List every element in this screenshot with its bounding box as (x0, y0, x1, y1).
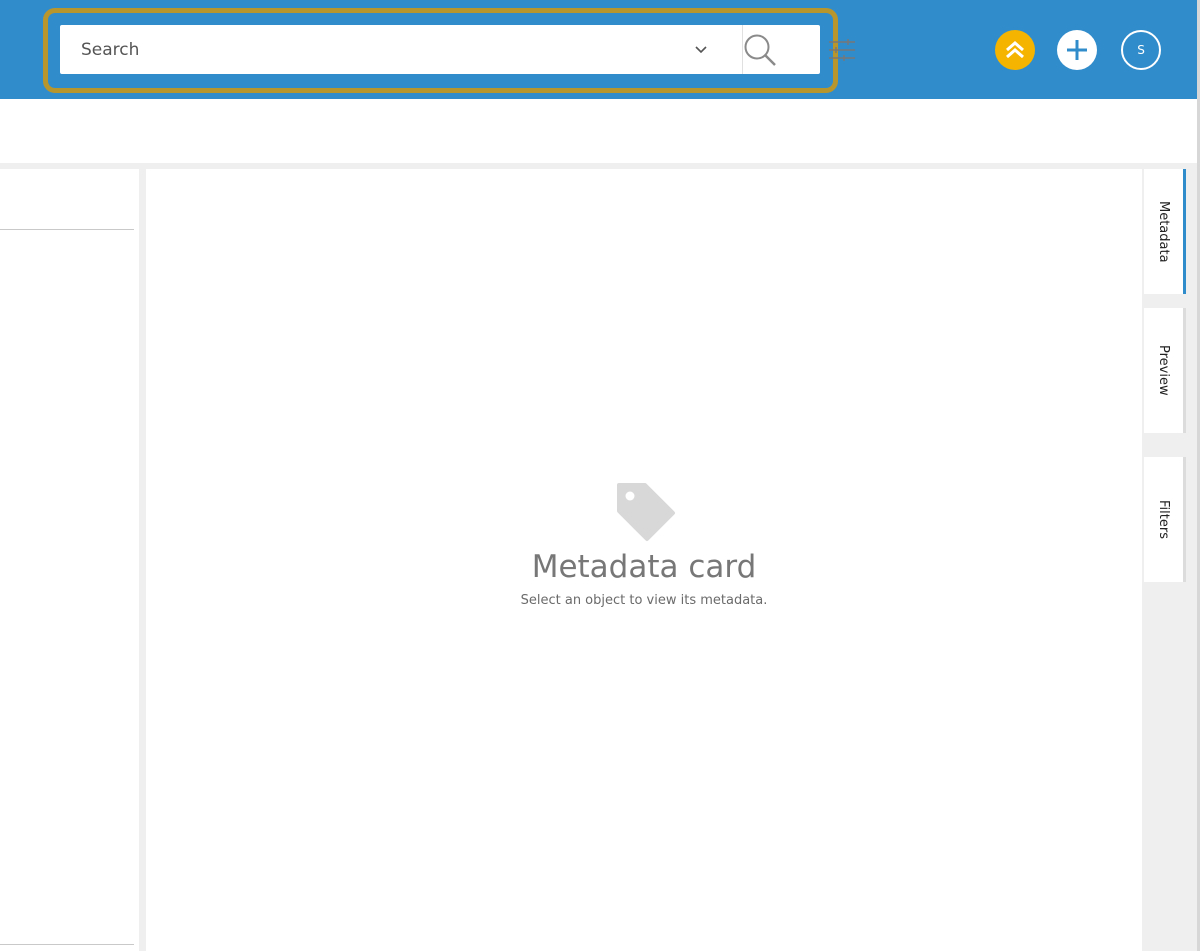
metadata-card-panel: Metadata card Select an object to view i… (146, 169, 1142, 951)
tab-preview-label: Preview (1156, 345, 1171, 396)
top-bar: S (0, 0, 1200, 99)
search-dropdown-button[interactable] (688, 37, 714, 63)
chevron-down-icon (695, 46, 707, 54)
left-panel (0, 169, 139, 951)
tag-icon (617, 483, 675, 541)
search-icon (744, 34, 776, 66)
sub-toolbar (0, 99, 1200, 163)
metadata-card-subtitle: Select an object to view its metadata. (520, 593, 768, 608)
user-avatar-button[interactable]: S (1121, 30, 1161, 70)
search-button[interactable] (736, 31, 784, 69)
search-input[interactable] (60, 25, 620, 74)
search-box (60, 25, 855, 74)
tab-metadata[interactable]: Metadata (1144, 169, 1186, 294)
tab-metadata-label: Metadata (1156, 200, 1171, 263)
user-initial: S (1137, 43, 1145, 57)
metadata-card-title: Metadata card (531, 549, 757, 585)
collapse-up-button[interactable] (995, 30, 1035, 70)
tab-filters-label: Filters (1156, 500, 1171, 539)
left-panel-divider (0, 229, 134, 230)
search-divider (742, 25, 743, 74)
left-panel-divider-bottom (0, 944, 134, 945)
search-options-button[interactable] (820, 35, 864, 65)
right-tab-rail: Metadata Preview Filters (1142, 169, 1200, 951)
plus-icon (1067, 40, 1087, 60)
add-button[interactable] (1057, 30, 1097, 70)
double-chevron-up-icon (1006, 41, 1024, 59)
sliders-icon (829, 39, 855, 61)
tab-preview[interactable]: Preview (1144, 308, 1186, 433)
tab-filters[interactable]: Filters (1144, 457, 1186, 582)
